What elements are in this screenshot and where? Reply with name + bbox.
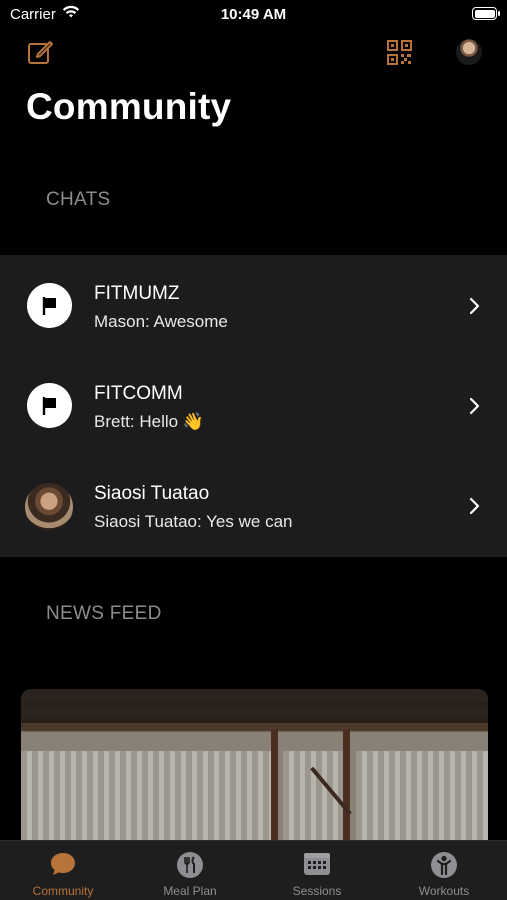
- chevron-right-icon: [469, 297, 480, 315]
- chat-last-message: Mason: Awesome: [94, 312, 228, 331]
- chat-bubble-icon: [51, 853, 75, 875]
- chat-list: FITMUMZ Mason: Awesome FITCOMM Brett: He…: [0, 255, 507, 557]
- chat-row[interactable]: FITMUMZ Mason: Awesome: [0, 255, 507, 355]
- flag-icon: [27, 283, 72, 328]
- status-bar: Carrier 10:49 AM: [0, 0, 507, 28]
- chats-section-header: CHATS: [46, 189, 111, 210]
- tab-label: Meal Plan: [163, 884, 217, 898]
- chat-last-message: Brett: Hello 👋: [94, 412, 204, 431]
- user-photo: [25, 483, 73, 531]
- battery-icon: [472, 7, 500, 20]
- tab-community[interactable]: Community: [0, 841, 126, 900]
- tab-workouts[interactable]: Workouts: [381, 841, 507, 900]
- tab-sessions[interactable]: Sessions: [254, 841, 380, 900]
- page-title: Community: [26, 86, 232, 127]
- chevron-right-icon: [469, 497, 480, 515]
- qr-code-icon[interactable]: [387, 40, 412, 65]
- calendar-icon: [304, 853, 330, 875]
- chat-name: Siaosi Tuatao: [94, 483, 210, 504]
- chat-last-message: Siaosi Tuatao: Yes we can: [94, 512, 293, 531]
- chat-row[interactable]: FITCOMM Brett: Hello 👋: [0, 355, 507, 455]
- chat-name: FITCOMM: [94, 383, 183, 404]
- tab-label: Workouts: [418, 884, 470, 898]
- tab-label: Community: [32, 884, 94, 898]
- status-time: 10:49 AM: [220, 6, 287, 23]
- fork-knife-icon: [177, 852, 203, 878]
- chat-row[interactable]: Siaosi Tuatao Siaosi Tuatao: Yes we can: [0, 455, 507, 555]
- flag-icon: [27, 383, 72, 428]
- chat-name: FITMUMZ: [94, 283, 180, 304]
- tab-label: Sessions: [292, 884, 342, 898]
- profile-avatar[interactable]: [456, 39, 482, 65]
- news-feed-section-header: NEWS FEED: [46, 603, 162, 624]
- news-feed-post-image[interactable]: [21, 689, 488, 849]
- chevron-right-icon: [469, 397, 480, 415]
- person-icon: [431, 852, 457, 878]
- tab-bar: Community Meal Plan Sessions Workouts: [0, 840, 507, 900]
- compose-icon[interactable]: [27, 39, 53, 65]
- tab-meal-plan[interactable]: Meal Plan: [127, 841, 253, 900]
